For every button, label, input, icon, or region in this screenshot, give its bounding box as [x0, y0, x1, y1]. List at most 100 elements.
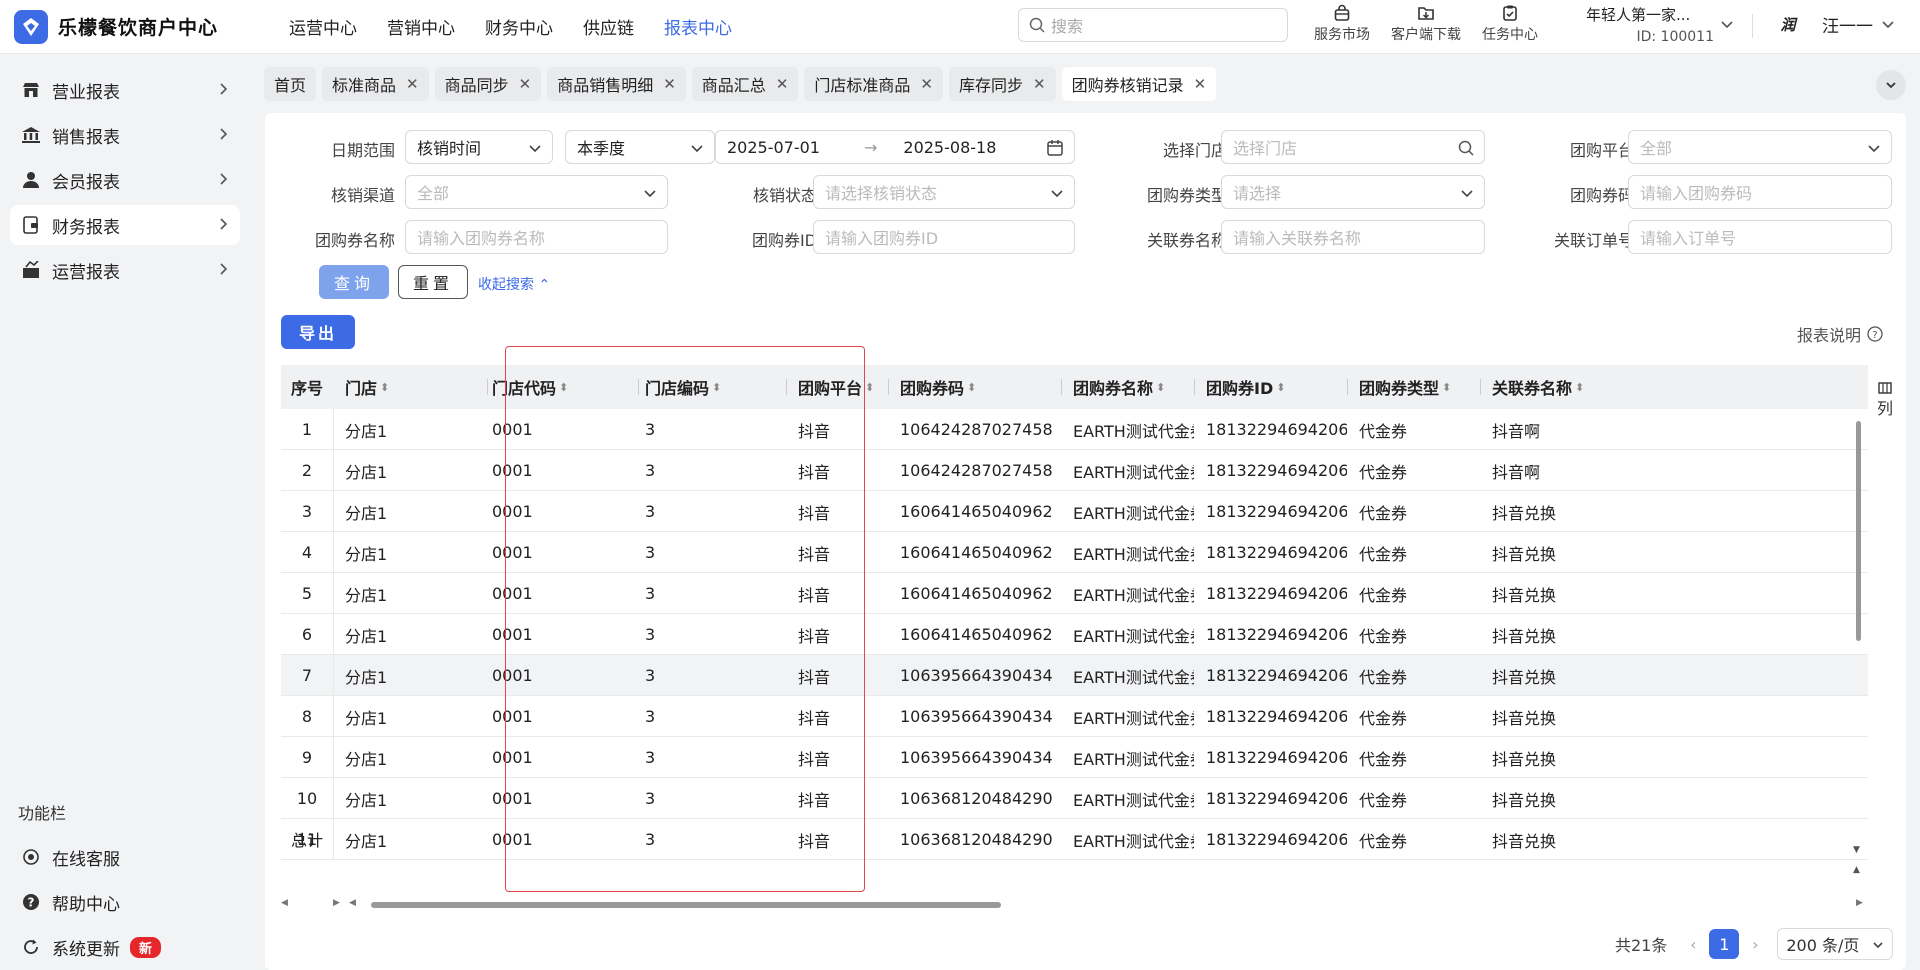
column-header-coupon-code[interactable]: 团购券码 ⬍: [888, 365, 1061, 409]
user-menu[interactable]: 润 汪一一: [1774, 10, 1895, 38]
sidebar-item-online-support[interactable]: 在线客服: [10, 837, 240, 877]
sort-icon[interactable]: ⬍: [1156, 381, 1165, 394]
channel-select[interactable]: 全部: [405, 175, 668, 209]
table-row[interactable]: 2 分店1 0001 3 抖音 106424287027458 EARTH测试代金券2 181…: [281, 450, 1868, 491]
scroll-right-icon[interactable]: ▶: [1856, 898, 1863, 908]
close-icon[interactable]: ✕: [1033, 75, 1046, 93]
sort-icon[interactable]: ⬍: [380, 381, 389, 394]
tab-home[interactable]: 首页: [264, 67, 317, 101]
sidebar-item-system-update[interactable]: 系统更新 新: [10, 927, 240, 967]
page-size-select[interactable]: 200 条/页: [1777, 928, 1894, 960]
sidebar-item-business-report[interactable]: 营业报表: [10, 70, 240, 110]
sidebar-item-help-center[interactable]: ? 帮助中心: [10, 882, 240, 922]
close-icon[interactable]: ✕: [406, 75, 419, 93]
sort-icon[interactable]: ⬍: [1575, 381, 1584, 394]
column-separator[interactable]: [1347, 379, 1348, 395]
coupon-type-select[interactable]: 请选择: [1221, 175, 1485, 209]
status-select[interactable]: 请选择核销状态: [813, 175, 1075, 209]
sidebar-item-operations-report[interactable]: 运营报表: [10, 250, 240, 290]
tool-task-center[interactable]: 任务中心: [1468, 4, 1552, 44]
table-row[interactable]: 1 分店1 0001 3 抖音 106424287027458 EARTH测试代金券2 181…: [281, 409, 1868, 450]
tab-goods-sync[interactable]: 商品同步 ✕: [434, 67, 542, 101]
column-separator[interactable]: [1061, 379, 1062, 395]
sort-icon[interactable]: ⬍: [967, 381, 976, 394]
tab-coupon-redemption[interactable]: 团购券核销记录 ✕: [1061, 67, 1217, 101]
collapse-search-link[interactable]: 收起搜索 ⌃: [478, 274, 550, 294]
column-header-store[interactable]: 门店 ⬍: [333, 365, 468, 409]
table-row[interactable]: 6 分店1 0001 3 抖音 160641465040962 EARTH测试代金券2 181…: [281, 614, 1868, 655]
store-switcher[interactable]: 年轻人第一家... ID: 100011: [1586, 2, 1734, 50]
column-header-store-number[interactable]: 门店编码 ⬍: [633, 365, 786, 409]
export-button[interactable]: 导出: [281, 315, 355, 349]
column-header-coupon-id[interactable]: 团购券ID ⬍: [1194, 365, 1347, 409]
close-icon[interactable]: ✕: [663, 75, 676, 93]
column-settings-button[interactable]: 列: [1869, 381, 1901, 441]
nav-item-operations[interactable]: 运营中心: [289, 14, 357, 39]
sidebar-item-member-report[interactable]: 会员报表: [10, 160, 240, 200]
vertical-scrollbar-thumb[interactable]: [1856, 421, 1861, 641]
scroll-left-icon[interactable]: ◀: [281, 898, 288, 908]
nav-item-reports[interactable]: 报表中心: [664, 14, 732, 39]
table-row[interactable]: 8 分店1 0001 3 抖音 106395664390434 EARTH测试代金券2 181…: [281, 696, 1868, 737]
next-page-icon[interactable]: ›: [1743, 935, 1767, 954]
sort-icon[interactable]: ⬍: [1276, 381, 1285, 394]
table-row[interactable]: 4 分店1 0001 3 抖音 160641465040962 EARTH测试代金券2 181…: [281, 532, 1868, 573]
horizontal-scrollbar-thumb[interactable]: [371, 902, 1001, 908]
platform-select[interactable]: 全部: [1628, 130, 1892, 164]
sidebar-item-finance-report[interactable]: 财务报表: [10, 205, 240, 245]
tab-standard-goods[interactable]: 标准商品 ✕: [322, 67, 429, 101]
date-type-select[interactable]: 核销时间: [405, 130, 553, 164]
column-separator[interactable]: [1480, 379, 1481, 395]
tab-overflow-button[interactable]: [1876, 70, 1906, 100]
column-separator[interactable]: [487, 379, 488, 395]
report-explain-link[interactable]: 报表说明 ?: [1797, 322, 1883, 346]
scroll-right-icon[interactable]: ▶: [333, 898, 340, 908]
store-select-input[interactable]: 选择门店: [1221, 130, 1485, 164]
coupon-name-input[interactable]: 请输入团购券名称: [405, 220, 668, 254]
table-row[interactable]: 10 分店1 0001 3 抖音 106368120484290 EARTH测试代金券2 18…: [281, 778, 1868, 819]
close-icon[interactable]: ✕: [920, 75, 933, 93]
tab-inventory-sync[interactable]: 库存同步 ✕: [948, 67, 1056, 101]
tab-goods-summary[interactable]: 商品汇总 ✕: [691, 67, 799, 101]
scroll-left-icon[interactable]: ◀: [349, 898, 356, 908]
scroll-down-icon[interactable]: ▼: [1853, 845, 1860, 855]
scroll-up-icon[interactable]: ▲: [1853, 865, 1860, 875]
column-separator[interactable]: [638, 379, 639, 395]
nav-item-supply-chain[interactable]: 供应链: [583, 14, 634, 39]
column-separator[interactable]: [786, 379, 787, 395]
tab-store-standard-goods[interactable]: 门店标准商品 ✕: [804, 67, 943, 101]
nav-item-marketing[interactable]: 营销中心: [387, 14, 455, 39]
app-logo[interactable]: 乐檬餐饮商户中心: [14, 9, 262, 44]
tool-service-market[interactable]: 服务市场: [1300, 4, 1384, 44]
query-button[interactable]: 查询: [319, 265, 389, 299]
coupon-code-input[interactable]: 请输入团购券码: [1628, 175, 1892, 209]
column-header-coupon-name[interactable]: 团购券名称 ⬍: [1061, 365, 1194, 409]
reset-button[interactable]: 重置: [398, 265, 468, 299]
table-row[interactable]: 9 分店1 0001 3 抖音 106395664390434 EARTH测试代金券2 181…: [281, 737, 1868, 778]
horizontal-scrollbar[interactable]: ◀ ▶ ◀ ▶: [281, 898, 1863, 910]
coupon-id-input[interactable]: 请输入团购券ID: [813, 220, 1075, 254]
prev-page-icon[interactable]: ‹: [1681, 935, 1705, 954]
column-header-related-name[interactable]: 关联券名称 ⬍: [1480, 365, 1610, 409]
sort-icon[interactable]: ⬍: [712, 381, 721, 394]
sort-icon[interactable]: ⬍: [865, 381, 874, 394]
period-select[interactable]: 本季度: [565, 130, 715, 164]
close-icon[interactable]: ✕: [776, 75, 789, 93]
nav-item-finance[interactable]: 财务中心: [485, 14, 553, 39]
order-no-input[interactable]: 请输入订单号: [1628, 220, 1892, 254]
close-icon[interactable]: ✕: [1194, 75, 1207, 93]
table-row[interactable]: 5 分店1 0001 3 抖音 160641465040962 EARTH测试代金券2 181…: [281, 573, 1868, 614]
sort-icon[interactable]: ⬍: [1442, 381, 1451, 394]
column-header-platform[interactable]: 团购平台 ⬍: [786, 365, 888, 409]
column-separator[interactable]: [1194, 379, 1195, 395]
tab-goods-sales-detail[interactable]: 商品销售明细 ✕: [547, 67, 686, 101]
column-header-store-code[interactable]: 门店代码 ⬍: [480, 365, 633, 409]
related-name-input[interactable]: 请输入关联券名称: [1221, 220, 1485, 254]
tool-client-download[interactable]: 客户端下载: [1384, 4, 1468, 44]
close-icon[interactable]: ✕: [519, 75, 532, 93]
table-row[interactable]: 7 分店1 0001 3 抖音 106395664390434 EARTH测试代金券2 181…: [281, 655, 1868, 696]
sort-icon[interactable]: ⬍: [559, 381, 568, 394]
table-row[interactable]: 3 分店1 0001 3 抖音 160641465040962 EARTH测试代金券2 181…: [281, 491, 1868, 532]
page-number-current[interactable]: 1: [1709, 929, 1740, 959]
global-search-input[interactable]: 搜索: [1018, 8, 1288, 42]
